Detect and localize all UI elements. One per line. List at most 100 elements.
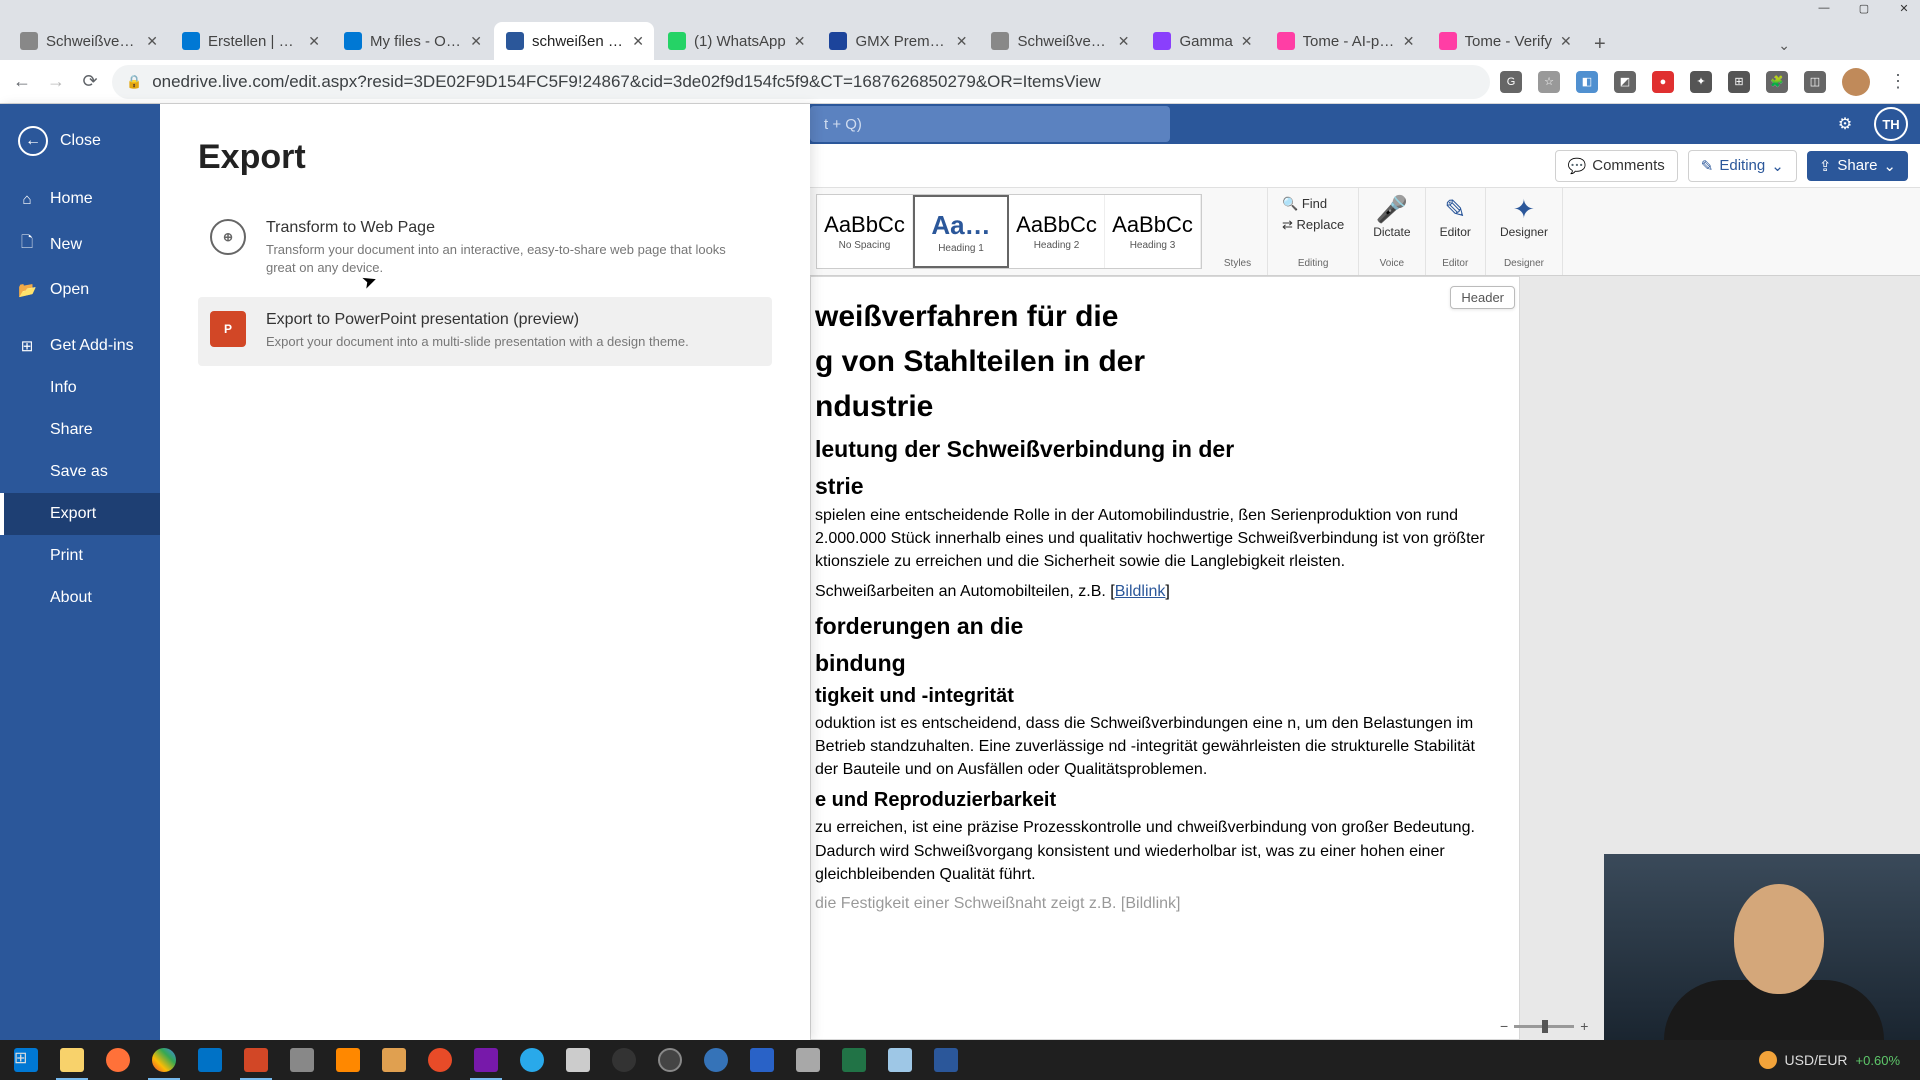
ext-icon[interactable]: ☆	[1538, 71, 1560, 93]
share-button[interactable]: ⇪ Share ⌄	[1807, 151, 1908, 181]
designer-button[interactable]: ✦ Designer	[1500, 194, 1548, 239]
find-button[interactable]: 🔍 Find	[1282, 194, 1344, 215]
side-panel-icon[interactable]: ◫	[1804, 71, 1826, 93]
browser-tab[interactable]: schweißen 003.do✕	[494, 22, 654, 60]
browser-tab[interactable]: My files - OneDriv✕	[332, 22, 492, 60]
tab-title: (1) WhatsApp	[694, 33, 786, 50]
zoom-thumb[interactable]	[1542, 1020, 1548, 1033]
style-item[interactable]: AaBbCcHeading 3	[1105, 195, 1201, 268]
document-canvas[interactable]: weißverfahren für die g von Stahlteilen …	[810, 276, 1520, 1040]
doc-link[interactable]: Bildlink	[1115, 583, 1166, 600]
tb-outlook[interactable]	[190, 1040, 230, 1080]
currency-widget[interactable]: USD/EUR +0.60%	[1759, 1051, 1900, 1069]
window-maximize[interactable]: ▢	[1856, 0, 1872, 16]
tb-app[interactable]	[788, 1040, 828, 1080]
browser-tab[interactable]: Gamma✕	[1141, 22, 1262, 60]
style-item[interactable]: AaBbCcNo Spacing	[817, 195, 913, 268]
nav-saveas[interactable]: Save as	[0, 451, 160, 493]
zoom-slider[interactable]: − +	[1500, 1016, 1600, 1036]
reload-button[interactable]: ⟳	[78, 70, 102, 94]
replace-button[interactable]: ⇄ Replace	[1282, 215, 1344, 236]
tb-vlc[interactable]	[328, 1040, 368, 1080]
window-minimize[interactable]: —	[1816, 0, 1832, 16]
tab-close-icon[interactable]: ✕	[1241, 33, 1253, 50]
nav-info[interactable]: Info	[0, 367, 160, 409]
tab-close-icon[interactable]: ✕	[308, 33, 320, 50]
tb-word[interactable]	[926, 1040, 966, 1080]
nav-about[interactable]: About	[0, 577, 160, 619]
zoom-in-icon[interactable]: +	[1580, 1018, 1588, 1034]
window-close[interactable]: ✕	[1896, 0, 1912, 16]
profile-avatar[interactable]	[1842, 68, 1870, 96]
browser-tab[interactable]: Schweißverfahren✕	[979, 22, 1139, 60]
style-item[interactable]: Aa…Heading 1	[913, 195, 1009, 268]
start-button[interactable]: ⊞	[6, 1040, 46, 1080]
search-box[interactable]: t + Q)	[810, 106, 1170, 142]
tb-notepad[interactable]	[880, 1040, 920, 1080]
backstage-close[interactable]: ← Close	[0, 114, 160, 168]
tab-close-icon[interactable]: ✕	[956, 33, 968, 50]
comments-button[interactable]: 💬 Comments	[1555, 150, 1678, 182]
tb-chrome[interactable]	[144, 1040, 184, 1080]
nav-home[interactable]: ⌂Home	[0, 178, 160, 220]
tb-app[interactable]	[558, 1040, 598, 1080]
editing-mode-button[interactable]: ✎ Editing ⌄	[1688, 150, 1797, 182]
zoom-track[interactable]	[1514, 1025, 1574, 1028]
ext-icon[interactable]: G	[1500, 71, 1522, 93]
tb-app[interactable]	[650, 1040, 690, 1080]
user-avatar[interactable]: TH	[1874, 107, 1908, 141]
browser-tab[interactable]: Tome - AI-powere✕	[1265, 22, 1425, 60]
tb-file-explorer[interactable]	[52, 1040, 92, 1080]
extensions-menu-icon[interactable]: 🧩	[1766, 71, 1788, 93]
ext-icon[interactable]: ✦	[1690, 71, 1712, 93]
tb-app[interactable]	[696, 1040, 736, 1080]
tb-app[interactable]	[420, 1040, 460, 1080]
browser-tab[interactable]: Schweißverfahren✕	[8, 22, 168, 60]
tb-app[interactable]	[282, 1040, 322, 1080]
tab-close-icon[interactable]: ✕	[1403, 33, 1415, 50]
tab-close-icon[interactable]: ✕	[794, 33, 806, 50]
nav-open[interactable]: 📂Open	[0, 269, 160, 311]
address-bar[interactable]: 🔒 onedrive.live.com/edit.aspx?resid=3DE0…	[112, 65, 1490, 99]
browser-tab[interactable]: (1) WhatsApp ✕	[656, 22, 815, 60]
tab-close-icon[interactable]: ✕	[470, 33, 482, 50]
export-option-webpage[interactable]: ⊕ Transform to Web Page Transform your d…	[198, 205, 772, 291]
export-option-powerpoint[interactable]: P Export to PowerPoint presentation (pre…	[198, 297, 772, 365]
dictate-button[interactable]: 🎤 Dictate	[1373, 194, 1410, 239]
ext-icon[interactable]: ◩	[1614, 71, 1636, 93]
tb-app[interactable]	[742, 1040, 782, 1080]
tb-onenote[interactable]	[466, 1040, 506, 1080]
tabs-dropdown[interactable]: ⌄	[1768, 31, 1800, 60]
ext-icon[interactable]: ◧	[1576, 71, 1598, 93]
new-tab-button[interactable]: +	[1584, 28, 1616, 60]
ext-icon[interactable]: ●	[1652, 71, 1674, 93]
settings-icon[interactable]: ⚙	[1828, 107, 1862, 141]
tb-telegram[interactable]	[512, 1040, 552, 1080]
nav-new[interactable]: 🗋New	[0, 220, 160, 269]
currency-pair: USD/EUR	[1785, 1052, 1848, 1068]
chrome-menu[interactable]: ⋮	[1886, 70, 1910, 94]
tab-close-icon[interactable]: ✕	[632, 33, 644, 50]
nav-share[interactable]: Share	[0, 409, 160, 451]
header-indicator[interactable]: Header	[1450, 286, 1515, 309]
zoom-out-icon[interactable]: −	[1500, 1018, 1508, 1034]
ext-icon[interactable]: ⊞	[1728, 71, 1750, 93]
tb-firefox[interactable]	[98, 1040, 138, 1080]
nav-print[interactable]: Print	[0, 535, 160, 577]
browser-tab[interactable]: Erstellen | Microso✕	[170, 22, 330, 60]
nav-addins[interactable]: ⊞Get Add-ins	[0, 325, 160, 367]
styles-gallery[interactable]: AaBbCcNo SpacingAa…Heading 1AaBbCcHeadin…	[816, 194, 1202, 269]
tab-close-icon[interactable]: ✕	[1560, 33, 1572, 50]
tb-app[interactable]	[604, 1040, 644, 1080]
browser-tab[interactable]: GMX Premium - E✕	[817, 22, 977, 60]
back-button[interactable]: ←	[10, 70, 34, 94]
tb-app[interactable]	[374, 1040, 414, 1080]
tab-close-icon[interactable]: ✕	[1118, 33, 1130, 50]
tb-excel[interactable]	[834, 1040, 874, 1080]
style-item[interactable]: AaBbCcHeading 2	[1009, 195, 1105, 268]
tb-powerpoint[interactable]	[236, 1040, 276, 1080]
tab-close-icon[interactable]: ✕	[146, 33, 158, 50]
nav-export[interactable]: Export	[0, 493, 160, 535]
browser-tab[interactable]: Tome - Verify✕	[1427, 22, 1582, 60]
editor-button[interactable]: ✎ Editor	[1440, 194, 1471, 239]
